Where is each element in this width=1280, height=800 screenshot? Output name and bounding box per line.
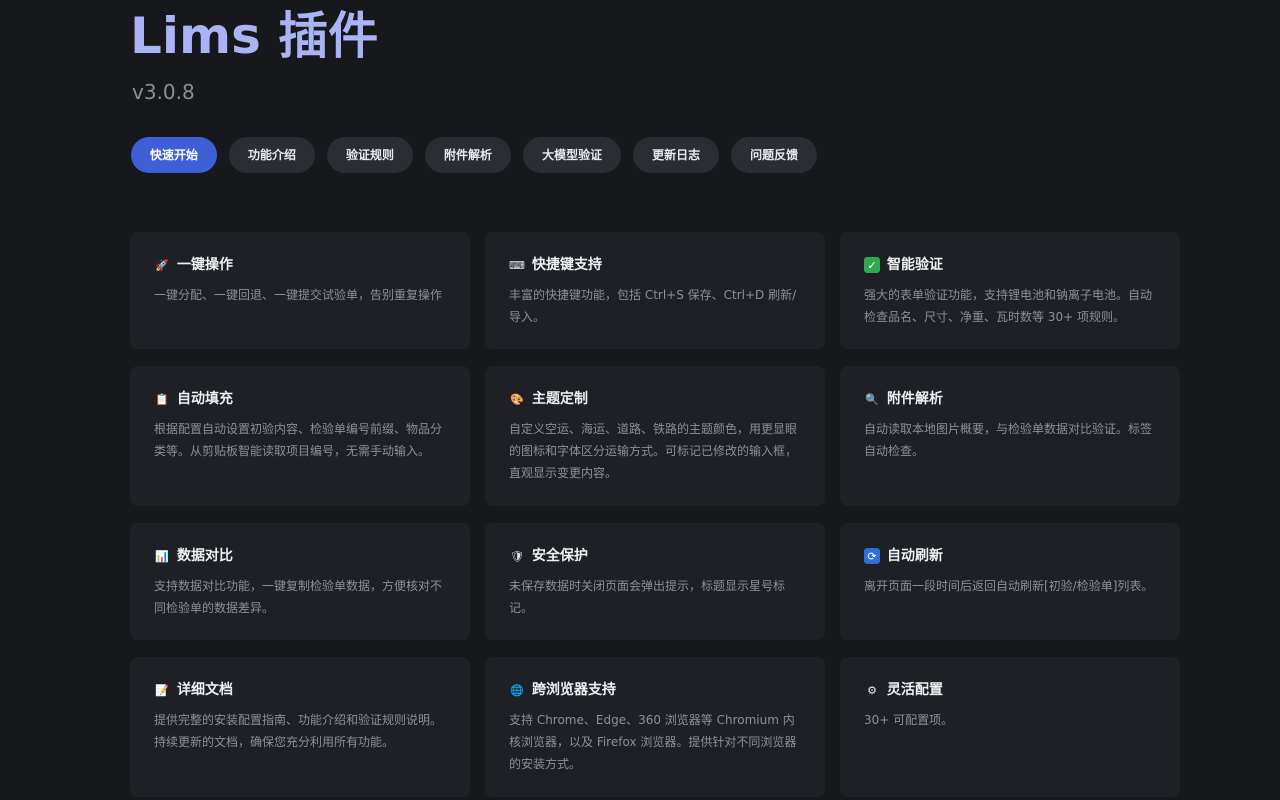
shield-icon: 🛡 (510, 549, 524, 563)
feature-card-description: 自定义空运、海运、道路、铁路的主题颜色，用更显眼的图标和字体区分运输方式。可标记… (509, 422, 798, 480)
feature-card-description: 自动读取本地图片概要，与检验单数据对比验证。标签自动检查。 (864, 422, 1153, 458)
palette-icon: 🎨 (510, 392, 524, 406)
keyboard-icon: ⌨ (509, 258, 525, 272)
feature-card-header: ⟳ 自动刷新 (864, 547, 1160, 565)
feature-card-header: 🌐 跨浏览器支持 (509, 681, 805, 699)
feature-card-description: 强大的表单验证功能，支持锂电池和钠离子电池。自动检查品名、尺寸、净重、瓦时数等 … (864, 288, 1153, 324)
gear-icon: ⚙ (867, 683, 877, 697)
feature-card-description: 支持数据对比功能，一键复制检验单数据，方便核对不同检验单的数据差异。 (154, 579, 443, 615)
feature-card-title: 主题定制 (532, 391, 588, 407)
feature-card: 🎨 主题定制自定义空运、海运、道路、铁路的主题颜色，用更显眼的图标和字体区分运输方… (485, 366, 825, 506)
feature-card-description: 一键分配、一键回退、一键提交试验单，告别重复操作 (154, 288, 443, 302)
tab-3[interactable]: 验证规则 (327, 137, 414, 173)
magnifier-icon: 🔍 (865, 392, 879, 406)
tab-6[interactable]: 更新日志 (633, 137, 720, 173)
tab-bar: 快速开始 功能介绍 验证规则 附件解析 大模型验证 更新日志 问题反馈 (131, 137, 818, 173)
feature-card-title: 快捷键支持 (532, 257, 602, 273)
tab-1[interactable]: 快速开始 (131, 137, 218, 173)
feature-card: ⌨ 快捷键支持丰富的快捷键功能，包括 Ctrl+S 保存、Ctrl+D 刷新/导入… (485, 232, 825, 349)
feature-card-description: 离开页面一段时间后返回自动刷新[初验/检验单]列表。 (864, 579, 1154, 593)
feature-card: 📝 详细文档提供完整的安装配置指南、功能介绍和验证规则说明。持续更新的文档，确保您… (130, 657, 470, 797)
feature-card-header: ⌨ 快捷键支持 (509, 256, 805, 274)
feature-card: ✓ 智能验证强大的表单验证功能，支持锂电池和钠离子电池。自动检查品名、尺寸、净重、… (840, 232, 1180, 349)
feature-card-header: 🎨 主题定制 (509, 390, 805, 408)
checkmark-icon: ✓ (864, 257, 880, 273)
feature-card-header: 📝 详细文档 (154, 681, 450, 699)
feature-card: 📊 数据对比支持数据对比功能，一键复制检验单数据，方便核对不同检验单的数据差异。 (130, 523, 470, 640)
tab-4[interactable]: 附件解析 (425, 137, 512, 173)
feature-card-title: 自动刷新 (887, 548, 943, 564)
feature-card-description: 未保存数据时关闭页面会弹出提示，标题显示星号标记。 (509, 579, 786, 615)
feature-card-title: 附件解析 (887, 391, 943, 407)
feature-card: 🔍 附件解析自动读取本地图片概要，与检验单数据对比验证。标签自动检查。 (840, 366, 1180, 506)
feature-card: 🚀 一键操作一键分配、一键回退、一键提交试验单，告别重复操作 (130, 232, 470, 349)
version-label: v3.0.8 (132, 80, 195, 104)
feature-card: 📋 自动填充根据配置自动设置初验内容、检验单编号前缀、物品分类等。从剪贴板智能读取… (130, 366, 470, 506)
tab-7[interactable]: 问题反馈 (731, 137, 818, 173)
feature-card-title: 智能验证 (887, 257, 943, 273)
feature-card-description: 根据配置自动设置初验内容、检验单编号前缀、物品分类等。从剪贴板智能读取项目编号，… (154, 422, 443, 458)
feature-card-title: 自动填充 (177, 391, 233, 407)
feature-card-title: 一键操作 (177, 257, 233, 273)
docs-page: Lims 插件 v3.0.8 快速开始 功能介绍 验证规则 附件解析 大模型验证 更新日志… (0, 0, 1280, 800)
feature-card-header: 📊 数据对比 (154, 547, 450, 565)
page-title: Lims 插件 (130, 7, 379, 65)
feature-card-title: 灵活配置 (887, 682, 943, 698)
feature-card: 🛡 安全保护未保存数据时关闭页面会弹出提示，标题显示星号标记。 (485, 523, 825, 640)
feature-card: ⟳ 自动刷新离开页面一段时间后返回自动刷新[初验/检验单]列表。 (840, 523, 1180, 640)
memo-icon: 📝 (155, 683, 169, 697)
feature-card-header: 🔍 附件解析 (864, 390, 1160, 408)
feature-card-description: 提供完整的安装配置指南、功能介绍和验证规则说明。持续更新的文档，确保您充分利用所… (154, 713, 443, 749)
feature-card: ⚙ 灵活配置 30+ 可配置项。 (840, 657, 1180, 797)
feature-card-header: 📋 自动填充 (154, 390, 450, 408)
feature-card-title: 安全保护 (532, 548, 588, 564)
bar-chart-icon: 📊 (155, 549, 169, 563)
globe-icon: 🌐 (510, 683, 524, 697)
feature-card-header: 🛡 安全保护 (509, 547, 805, 565)
feature-card-title: 数据对比 (177, 548, 233, 564)
feature-card: 🌐 跨浏览器支持支持 Chrome、Edge、360 浏览器等 Chromium … (485, 657, 825, 797)
feature-card-header: 🚀 一键操作 (154, 256, 450, 274)
feature-card-title: 详细文档 (177, 682, 233, 698)
feature-card-description: 支持 Chrome、Edge、360 浏览器等 Chromium 内核浏览器，以… (509, 713, 797, 771)
feature-card-title: 跨浏览器支持 (532, 682, 616, 698)
tab-2[interactable]: 功能介绍 (229, 137, 316, 173)
refresh-icon: ⟳ (864, 548, 880, 564)
clipboard-icon: 📋 (155, 392, 169, 406)
feature-card-header: ✓ 智能验证 (864, 256, 1160, 274)
rocket-icon: 🚀 (155, 258, 169, 272)
tab-5[interactable]: 大模型验证 (523, 137, 622, 173)
feature-grid: 🚀 一键操作一键分配、一键回退、一键提交试验单，告别重复操作 ⌨ 快捷键支持丰富的快捷… (130, 232, 1180, 797)
feature-card-description: 丰富的快捷键功能，包括 Ctrl+S 保存、Ctrl+D 刷新/导入。 (509, 288, 797, 324)
feature-card-header: ⚙ 灵活配置 (864, 681, 1160, 699)
feature-card-description: 30+ 可配置项。 (864, 713, 954, 727)
